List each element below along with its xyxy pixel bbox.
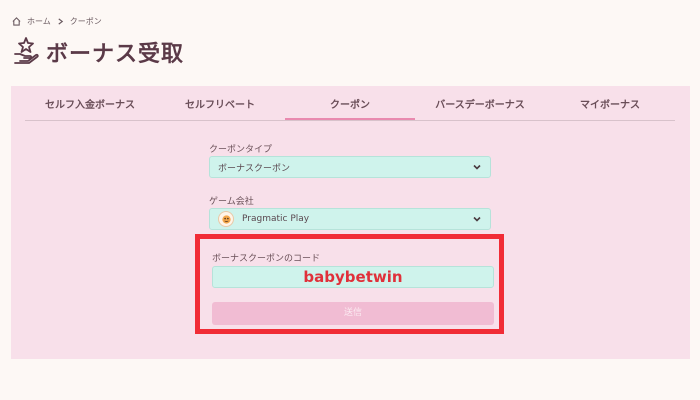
tab-self-deposit-bonus[interactable]: セルフ入金ボーナス [25, 94, 155, 120]
tab-self-rebate[interactable]: セルフリベート [155, 94, 285, 120]
coupon-type-value: ボーナスクーポン [218, 163, 291, 174]
tab-bar: セルフ入金ボーナス セルフリベート クーポン バースデーボーナス マイボーナス [25, 94, 675, 121]
page-title: ボーナス受取 [46, 42, 185, 67]
page-header: ボーナス受取 [12, 36, 184, 68]
chevron-down-icon [472, 162, 482, 172]
game-provider-select[interactable]: Pragmatic Play [209, 208, 491, 230]
highlight-frame: ボーナスクーポンのコード babybetwin 送信 [195, 234, 504, 334]
game-provider-value: Pragmatic Play [242, 214, 310, 224]
tab-coupon[interactable]: クーポン [285, 94, 415, 120]
home-icon[interactable] [12, 17, 21, 26]
chevron-down-icon [472, 214, 482, 224]
coupon-type-label: クーポンタイプ [209, 145, 273, 155]
coupon-code-label: ボーナスクーポンのコード [212, 254, 321, 264]
provider-logo-icon [218, 211, 234, 227]
coupon-code-input[interactable]: babybetwin [212, 266, 494, 288]
breadcrumb: ホーム クーポン [12, 16, 102, 27]
submit-button[interactable]: 送信 [212, 302, 494, 325]
game-provider-label: ゲーム会社 [209, 197, 254, 207]
chevron-right-icon [57, 18, 64, 25]
tab-birthday-bonus[interactable]: バースデーボーナス [415, 94, 545, 120]
bonus-hand-star-icon [12, 36, 40, 68]
tab-my-bonus[interactable]: マイボーナス [545, 94, 675, 120]
breadcrumb-current: クーポン [69, 17, 102, 26]
breadcrumb-home[interactable]: ホーム [27, 16, 51, 27]
coupon-type-select[interactable]: ボーナスクーポン [209, 156, 491, 178]
